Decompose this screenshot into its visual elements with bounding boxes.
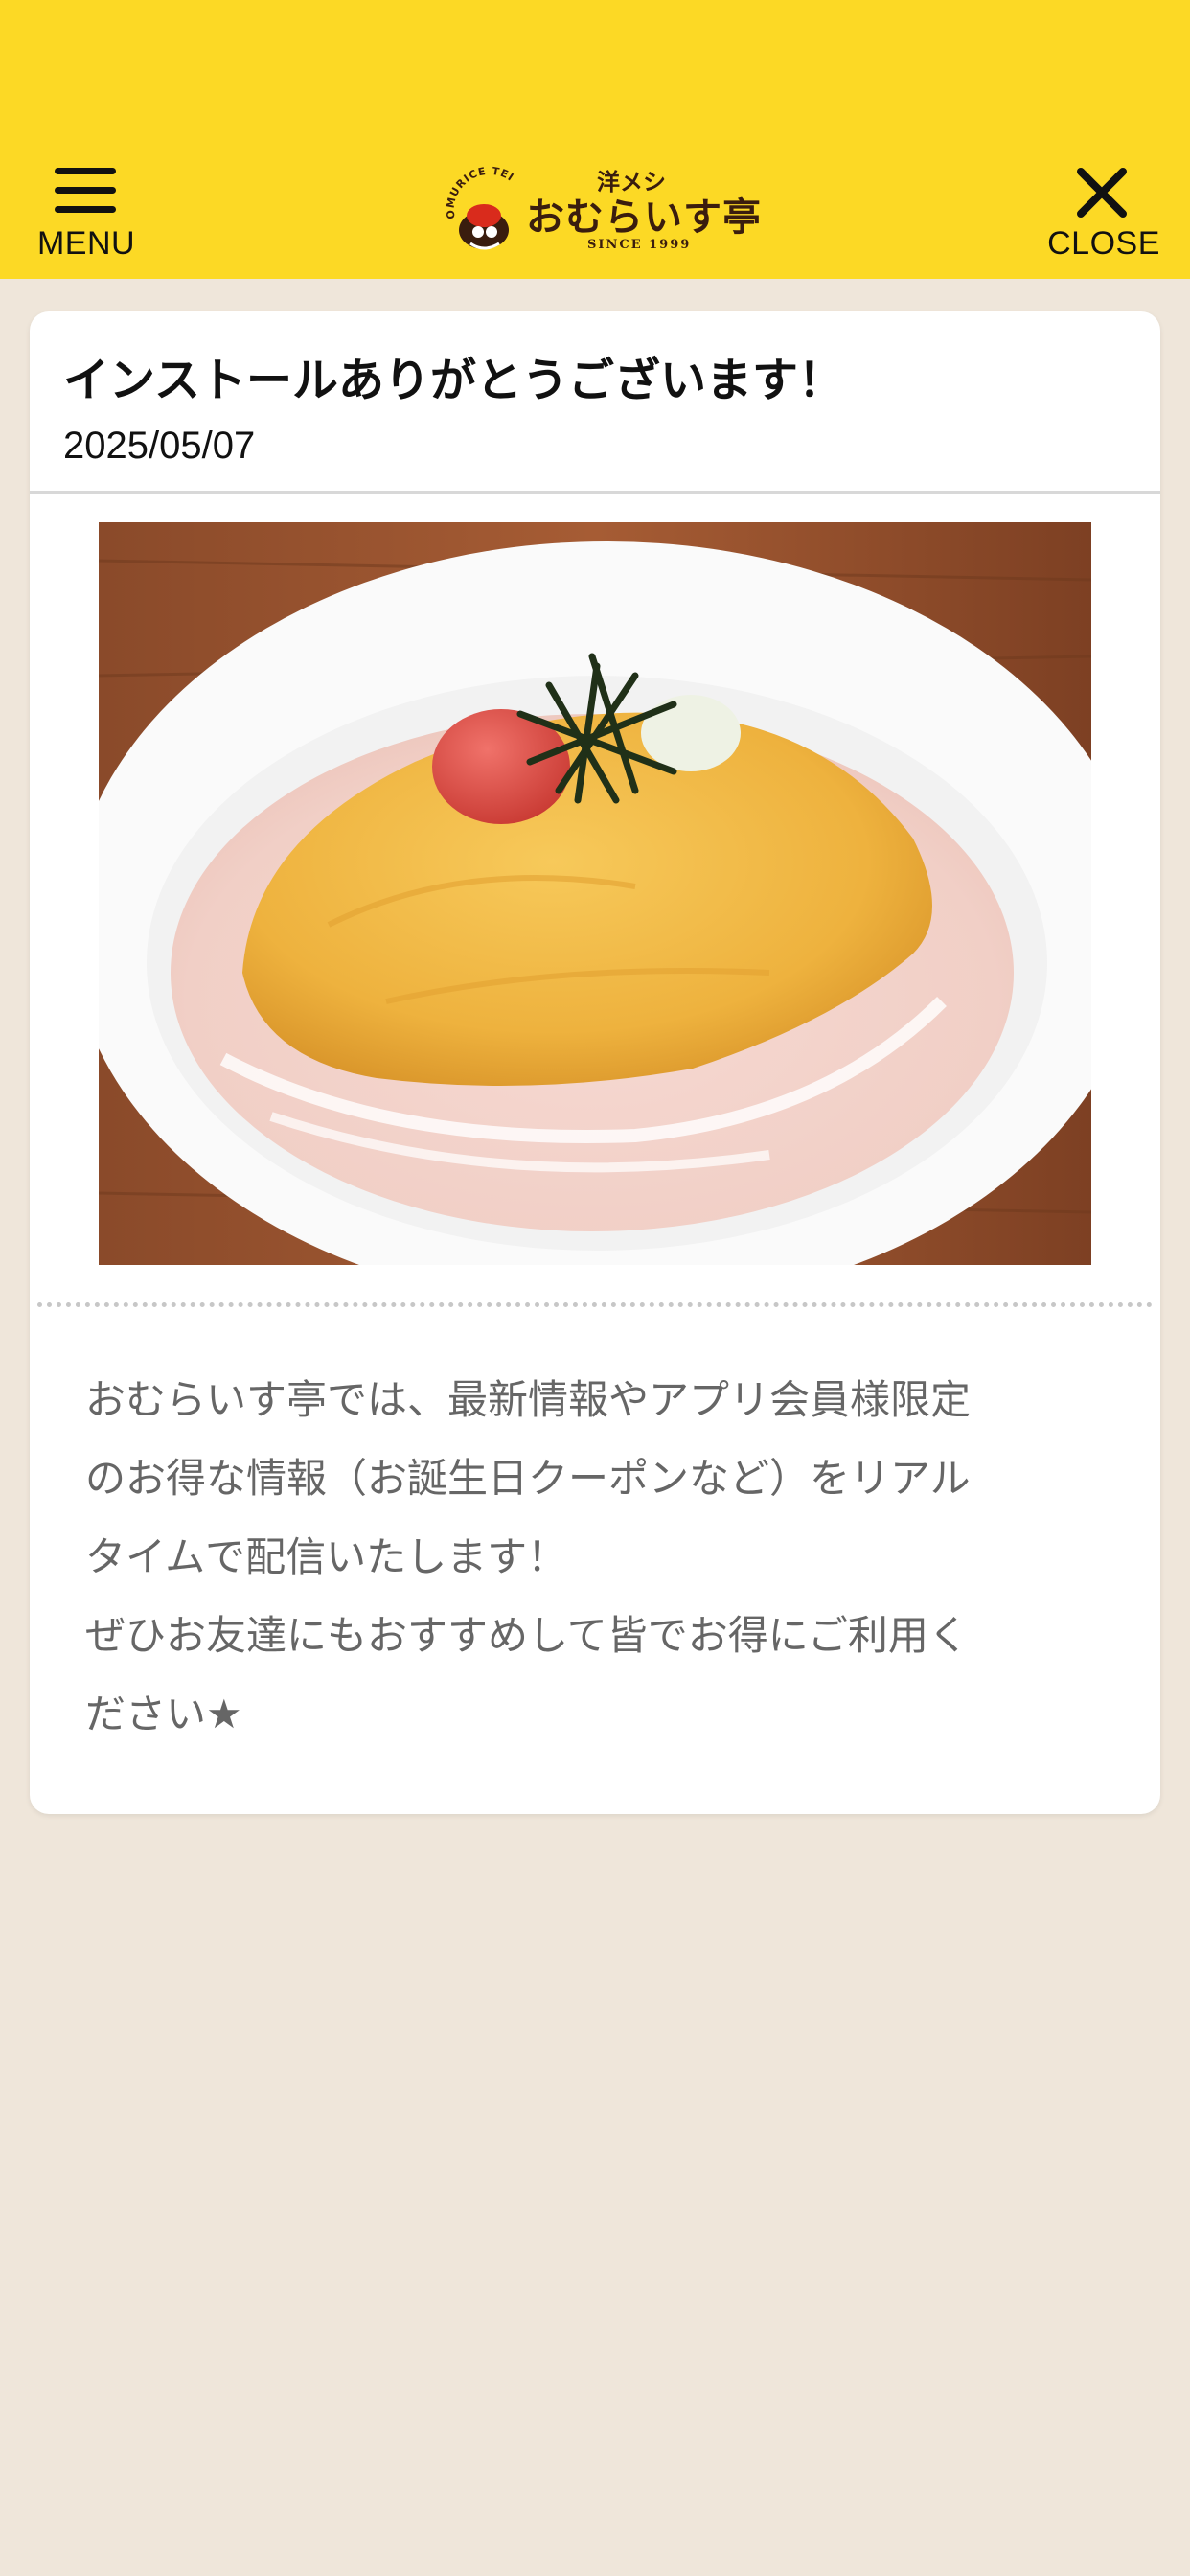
article-body: おむらいす亭では、最新情報やアプリ会員様限定 のお得な情報（お誕生日クーポンなど… xyxy=(85,1361,1110,1754)
body-line: ぜひお友達にもおすすめして皆でお得にご利用く xyxy=(85,1612,969,1659)
logo-name: おむらいす亭 xyxy=(526,195,762,240)
omurice-photo xyxy=(99,522,1091,1265)
close-icon xyxy=(1077,168,1127,218)
close-label: CLOSE xyxy=(1047,225,1160,262)
menu-button[interactable]: MENU xyxy=(5,158,168,264)
body-line: タイムで配信いたします！ xyxy=(85,1533,568,1580)
article-title: インストールありがとうございます！ xyxy=(63,354,845,407)
content-divider xyxy=(37,1302,1153,1307)
brand-logo: OMURICE TEI 洋メシ おむらいす亭 SINCE 1999 xyxy=(446,163,761,259)
close-button[interactable]: CLOSE xyxy=(1022,158,1185,264)
menu-label: MENU xyxy=(36,225,136,262)
hamburger-icon xyxy=(55,168,116,214)
body-line: ださい★ xyxy=(85,1690,242,1737)
article-image xyxy=(99,522,1091,1265)
app-header: MENU OMURICE TEI 洋メシ おむらいす亭 SINCE 1999 C… xyxy=(0,0,1190,279)
article-card: インストールありがとうございます！ 2025/05/07 おむらいす亭では、最新… xyxy=(30,311,1160,1814)
body-line: のお得な情報（お誕生日クーポンなど）をリアル xyxy=(85,1455,971,1502)
logo-since: SINCE 1999 xyxy=(587,238,692,252)
article-date: 2025/05/07 xyxy=(63,425,256,467)
body-line: おむらいす亭では、最新情報やアプリ会員様限定 xyxy=(85,1376,972,1423)
title-divider xyxy=(30,491,1160,494)
